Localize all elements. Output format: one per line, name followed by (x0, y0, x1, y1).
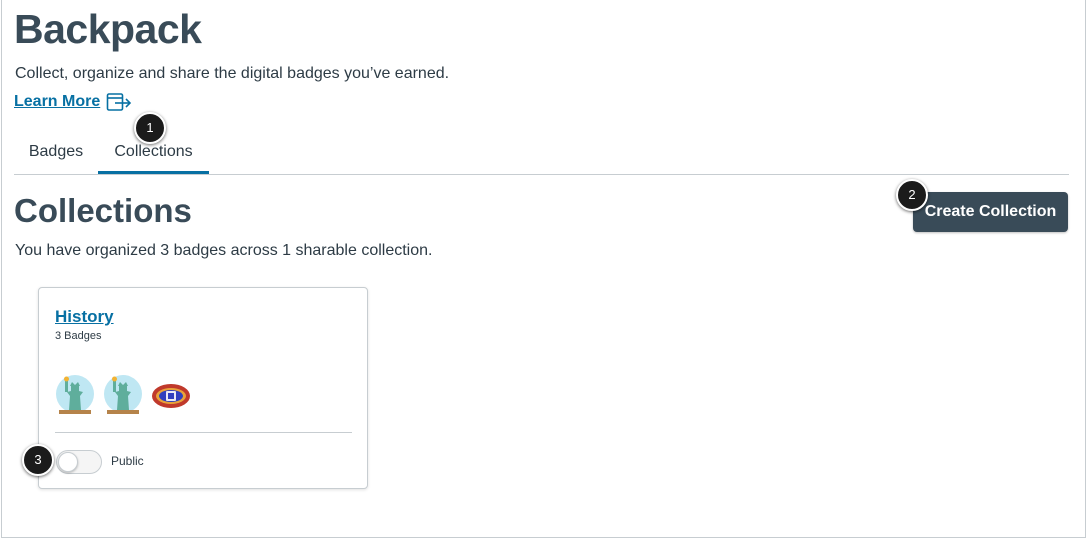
tab-list: Badges Collections (14, 132, 1069, 175)
collection-badge-count: 3 Badges (55, 330, 102, 342)
collection-card: History 3 Badges Public (38, 287, 368, 489)
callout-marker-1: 1 (134, 112, 166, 144)
learn-more-link[interactable]: Learn More (14, 92, 132, 112)
page-title: Backpack (14, 6, 202, 52)
card-divider (55, 432, 352, 433)
public-toggle-label: Public (111, 454, 144, 468)
collection-title-link[interactable]: History (55, 307, 114, 327)
section-title: Collections (14, 192, 192, 229)
toggle-knob (58, 452, 78, 472)
callout-marker-3: 3 (22, 444, 54, 476)
page-subtitle: Collect, organize and share the digital … (15, 65, 450, 82)
external-link-icon (106, 93, 132, 111)
statue-of-liberty-badge-icon (104, 375, 142, 414)
tab-badges[interactable]: Badges (14, 132, 98, 174)
public-toggle[interactable] (56, 450, 102, 474)
badge-list (55, 374, 191, 418)
statue-of-liberty-badge-icon (56, 375, 94, 414)
emblem-badge-icon (152, 384, 190, 408)
create-collection-button[interactable]: Create Collection (913, 192, 1068, 232)
learn-more-label[interactable]: Learn More (14, 93, 100, 111)
section-description: You have organized 3 badges across 1 sha… (15, 242, 433, 259)
callout-marker-2: 2 (896, 179, 928, 211)
